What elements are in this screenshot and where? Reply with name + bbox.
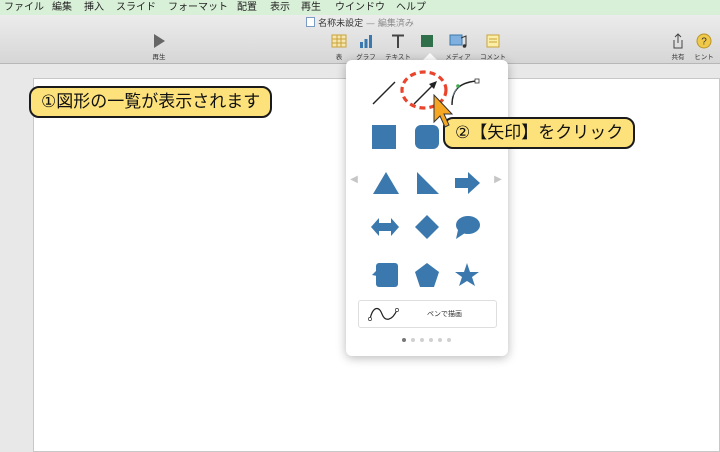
document-status: — 編集済み — [366, 19, 414, 29]
callout-box-icon — [372, 263, 398, 287]
share-button[interactable]: 共有 — [667, 33, 689, 61]
triangle-icon — [373, 172, 399, 194]
menu-file[interactable]: ファイル — [4, 0, 44, 15]
menu-play[interactable]: 再生 — [301, 0, 321, 15]
menu-slide[interactable]: スライド — [116, 0, 156, 15]
chart-button[interactable]: グラフ — [352, 33, 380, 61]
play-button[interactable]: 再生 — [146, 33, 172, 61]
table-label: 表 — [335, 53, 343, 61]
play-icon — [154, 34, 165, 48]
right-triangle-shape[interactable] — [410, 166, 444, 200]
menu-view[interactable]: 表示 — [270, 0, 290, 15]
diamond-shape[interactable] — [410, 210, 444, 244]
comment-icon — [486, 34, 500, 48]
callout-box-shape[interactable] — [368, 258, 402, 292]
star-shape[interactable] — [450, 258, 484, 292]
star-icon — [455, 263, 479, 286]
right-arrow-shape[interactable] — [450, 166, 484, 200]
page-dot-4[interactable] — [429, 338, 433, 342]
instruction-callout-step2: ②【矢印】をクリック — [443, 117, 636, 149]
menu-arrange[interactable]: 配置 — [237, 0, 257, 15]
speech-bubble-icon — [456, 216, 480, 239]
line-icon — [372, 81, 396, 105]
shape-icon — [421, 35, 433, 47]
pentagon-icon — [415, 263, 439, 287]
double-arrow-icon — [371, 218, 399, 236]
table-icon — [331, 34, 347, 48]
svg-text:?: ? — [701, 37, 707, 48]
help-icon: ? — [696, 33, 712, 49]
menu-insert[interactable]: 挿入 — [84, 0, 104, 15]
toolbar: 名称未設定 — 編集済み 再生 表 グラフ テキスト メディア コメント 共有 … — [0, 15, 720, 64]
menu-edit[interactable]: 編集 — [52, 0, 72, 15]
text-button[interactable]: テキスト — [382, 33, 414, 61]
page-dot-5[interactable] — [438, 338, 442, 342]
next-page-arrow[interactable]: ▶ — [492, 172, 504, 188]
triangle-shape[interactable] — [369, 166, 403, 200]
mouse-pointer-icon — [433, 94, 454, 128]
page-dot-3[interactable] — [420, 338, 424, 342]
diamond-icon — [415, 215, 439, 239]
bar-chart-icon — [360, 35, 372, 48]
tips-button[interactable]: ? ヒント — [692, 33, 716, 61]
text-icon — [392, 34, 404, 48]
square-shape[interactable] — [367, 120, 401, 154]
line-shape[interactable] — [367, 76, 401, 110]
instruction-callout-step1: ①図形の一覧が表示されます — [29, 86, 273, 118]
menu-format[interactable]: フォーマット — [168, 0, 228, 15]
media-icon — [449, 34, 467, 48]
double-arrow-shape[interactable] — [368, 210, 402, 244]
menu-help[interactable]: ヘルプ — [396, 0, 426, 15]
square-icon — [372, 125, 396, 149]
tips-label: ヒント — [694, 53, 714, 61]
right-triangle-icon — [417, 172, 439, 194]
previous-page-arrow[interactable]: ◀ — [348, 172, 360, 188]
document-name: 名称未設定 — [318, 19, 364, 29]
page-dot-6[interactable] — [447, 338, 451, 342]
page-dot-1[interactable] — [402, 338, 406, 342]
right-arrow-icon — [455, 172, 480, 194]
speech-bubble-shape[interactable] — [450, 210, 484, 244]
pen-curve-icon — [368, 308, 399, 321]
share-label: 共有 — [671, 53, 685, 61]
page-dot-2[interactable] — [411, 338, 415, 342]
menu-bar: ファイル 編集 挿入 スライド フォーマット 配置 表示 再生 ウインドウ ヘル… — [0, 0, 720, 16]
media-button[interactable]: メディア — [441, 33, 475, 61]
menu-window[interactable]: ウインドウ — [335, 0, 385, 15]
play-label: 再生 — [152, 53, 166, 61]
share-icon — [673, 33, 683, 49]
comment-button[interactable]: コメント — [475, 33, 511, 61]
window-title: 名称未設定 — 編集済み — [0, 16, 720, 29]
draw-with-pen-label: ペンで描画 — [427, 310, 462, 318]
pentagon-shape[interactable] — [410, 258, 444, 292]
table-button[interactable]: 表 — [328, 33, 350, 61]
shape-button[interactable] — [415, 33, 439, 51]
draw-with-pen-button[interactable]: ペンで描画 — [358, 300, 497, 328]
page-indicator — [402, 338, 454, 344]
document-icon — [306, 17, 316, 27]
